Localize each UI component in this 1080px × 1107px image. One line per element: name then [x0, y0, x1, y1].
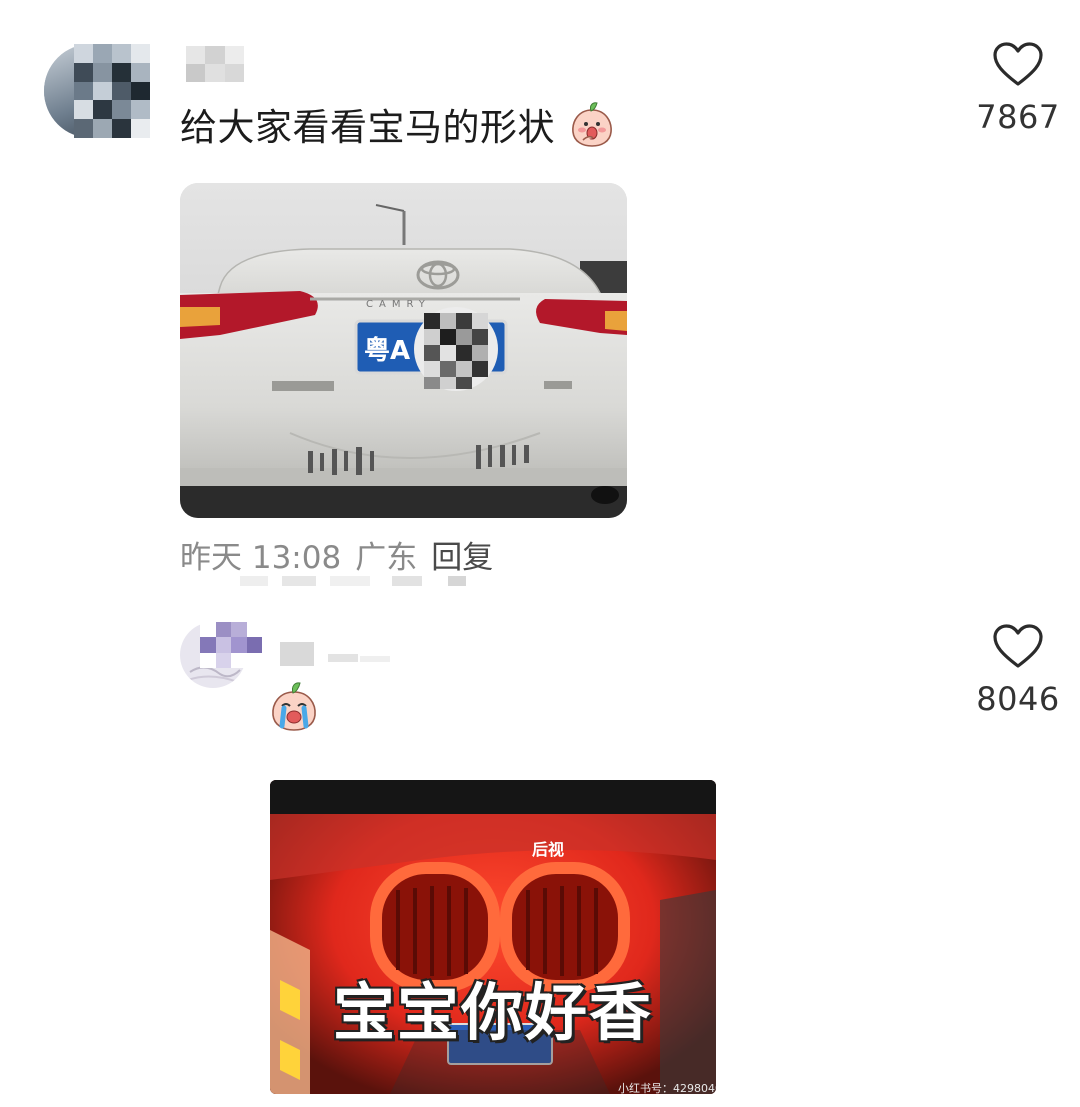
rearview-label: 后视: [532, 840, 565, 859]
comment-photo-car-rear[interactable]: CAMRY 粤A: [180, 183, 627, 518]
reply-button[interactable]: 回复: [431, 540, 493, 576]
commenter-avatar[interactable]: [44, 44, 150, 138]
commenter-username-blurred[interactable]: [186, 46, 244, 82]
like-button-comment-1[interactable]: 7867: [968, 42, 1068, 136]
comment-meta: 昨天 13:08 广东 回复: [180, 538, 507, 578]
reply-emoji: [268, 680, 320, 732]
avatar-privacy-mosaic: [200, 622, 262, 668]
reply-meme-image[interactable]: 后视 宝宝你好香 小红书号：4298040: [270, 780, 716, 1094]
comment-location: 广东: [355, 540, 418, 576]
meme-caption: 宝宝你好香: [332, 976, 653, 1049]
image-watermark: 小红书号：4298040: [618, 1082, 716, 1094]
plate-privacy-mosaic: [414, 307, 498, 391]
comment-time: 昨天 13:08: [180, 540, 342, 576]
car-rear-illustration: CAMRY 粤A: [180, 183, 627, 518]
svg-text:CAMRY: CAMRY: [366, 299, 431, 310]
like-button-comment-2[interactable]: 8046: [968, 624, 1068, 718]
peach-crying-emoji-icon: [272, 682, 316, 731]
like-count: 7867: [976, 98, 1060, 136]
heart-outline-icon: [993, 624, 1043, 668]
comment-text: 给大家看看宝马的形状: [180, 100, 615, 153]
svg-text:粤A: 粤A: [364, 335, 410, 366]
reply-username-blurred[interactable]: [280, 642, 392, 666]
peach-emoji-icon: [572, 102, 613, 147]
avatar-privacy-mosaic: [74, 44, 150, 138]
like-count: 8046: [976, 680, 1060, 718]
heart-outline-icon: [993, 42, 1043, 86]
collapsed-replies-blurred[interactable]: [220, 576, 480, 590]
comment-text-content: 给大家看看宝马的形状: [180, 106, 555, 149]
reply-avatar[interactable]: [180, 622, 262, 688]
